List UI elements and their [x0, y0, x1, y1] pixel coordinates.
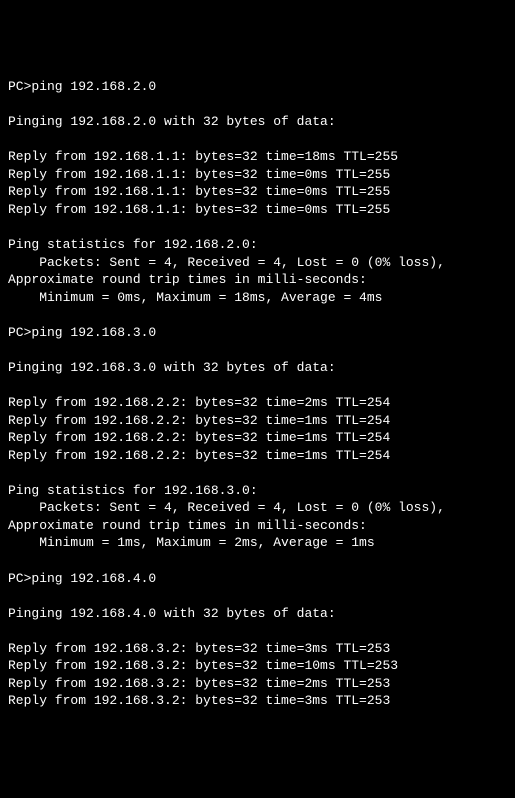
terminal-output: PC>ping 192.168.2.0 Pinging 192.168.2.0 … [8, 78, 507, 710]
